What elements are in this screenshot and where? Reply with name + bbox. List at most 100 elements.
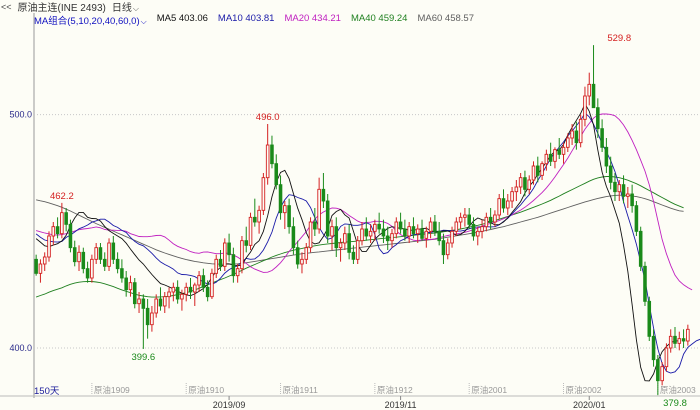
y-tick-label: 400.0 [9, 343, 32, 353]
visible-days-label: 150天 [34, 386, 60, 397]
y-tick-label: 500.0 [9, 110, 32, 120]
contract-label: 原油1909 [94, 385, 130, 395]
contract-label: 原油2001 [471, 385, 507, 395]
candle-body [381, 228, 386, 237]
candle-body [85, 268, 90, 279]
candle-body [81, 251, 86, 270]
candle-body [137, 298, 141, 305]
candle-body [677, 338, 682, 344]
candle-body [394, 221, 399, 235]
candle-body [540, 163, 544, 176]
candle-body [287, 205, 291, 228]
candle-body [373, 223, 377, 232]
candle-body [60, 212, 64, 235]
candle-body [184, 286, 188, 295]
contract-label: 原油1911 [283, 385, 319, 395]
candle-body [415, 228, 420, 235]
candle-body [505, 200, 510, 209]
price-annotation: 399.6 [131, 352, 155, 363]
price-annotation: 462.2 [50, 191, 74, 202]
candle-body [681, 338, 686, 342]
ma-line-ma40 [35, 176, 684, 298]
price-annotation: 529.8 [607, 33, 631, 44]
candle-body [531, 165, 536, 181]
candle-body [154, 298, 158, 314]
contract-label: 原油1912 [377, 385, 413, 395]
candle-body [544, 153, 549, 165]
price-annotation: 496.0 [256, 112, 280, 123]
candle-body [407, 226, 411, 237]
candle-body [343, 233, 347, 244]
candle-body [141, 298, 146, 309]
candle-body [433, 221, 437, 232]
candle-body [197, 275, 201, 286]
candle-body [364, 228, 369, 237]
candle-body [484, 216, 489, 228]
x-tick-label: 2020/01 [573, 400, 606, 410]
candle-body [150, 312, 154, 326]
candle-body [304, 247, 309, 260]
candle-body [38, 263, 43, 274]
candle-body [566, 137, 570, 148]
candle-body [557, 149, 562, 155]
ma-line-ma60 [35, 194, 684, 265]
candle-body [660, 366, 664, 382]
candle-body [664, 347, 669, 368]
candle-body [510, 191, 514, 202]
candle-body [253, 216, 257, 223]
candle-body [634, 205, 639, 232]
candle-body [591, 83, 596, 109]
candlestick-chart[interactable]: 500.0 400.0 原油1909 原油1910 原油1911 原油1912 原油2001… [0, 0, 700, 410]
candle-body [291, 226, 296, 249]
candle-body [467, 214, 471, 225]
x-tick-label: 2019/11 [385, 400, 417, 410]
candle-body [437, 230, 441, 242]
candle-body [608, 165, 613, 183]
candle-body [355, 240, 360, 260]
candle-body [377, 223, 381, 230]
candle-body [115, 258, 120, 270]
candle-body [308, 221, 313, 249]
x-tick-label: 2019/09 [213, 400, 246, 410]
candle-body [313, 221, 317, 230]
candle-body [621, 184, 626, 197]
candle-body [257, 209, 261, 223]
candle-body [420, 228, 424, 239]
candle-body [68, 223, 73, 249]
candle-body [501, 198, 506, 209]
candle-body [523, 177, 527, 190]
candle-body [218, 258, 223, 267]
candle-body [475, 230, 480, 237]
candle-body [98, 247, 103, 260]
candle-body [47, 235, 51, 258]
candle-body [283, 205, 287, 214]
candle-body [334, 226, 339, 249]
candle-body [34, 258, 38, 274]
candle-body [338, 242, 343, 249]
candle-body [626, 193, 630, 197]
ma-line-ma10 [35, 112, 700, 374]
candle-body [64, 212, 68, 225]
candle-body [578, 118, 583, 144]
candle-body [398, 221, 403, 230]
candle-body [360, 228, 364, 242]
candle-body [493, 214, 497, 223]
candle-body [686, 328, 690, 342]
candle-body [351, 251, 356, 260]
candle-body [548, 153, 553, 162]
candle-body [471, 223, 476, 237]
candle-body [651, 335, 656, 361]
candle-body [570, 130, 574, 139]
candle-body [583, 95, 587, 120]
candle-body [175, 286, 180, 300]
candle-body [128, 282, 133, 291]
candle-body [454, 221, 459, 232]
candle-body [330, 226, 334, 237]
contract-label: 原油2002 [566, 385, 602, 395]
candle-body [120, 268, 124, 279]
candle-body [604, 146, 609, 167]
candle-body [613, 181, 617, 193]
candle-body [111, 242, 116, 260]
candle-body [278, 184, 283, 214]
candle-body [274, 163, 279, 186]
